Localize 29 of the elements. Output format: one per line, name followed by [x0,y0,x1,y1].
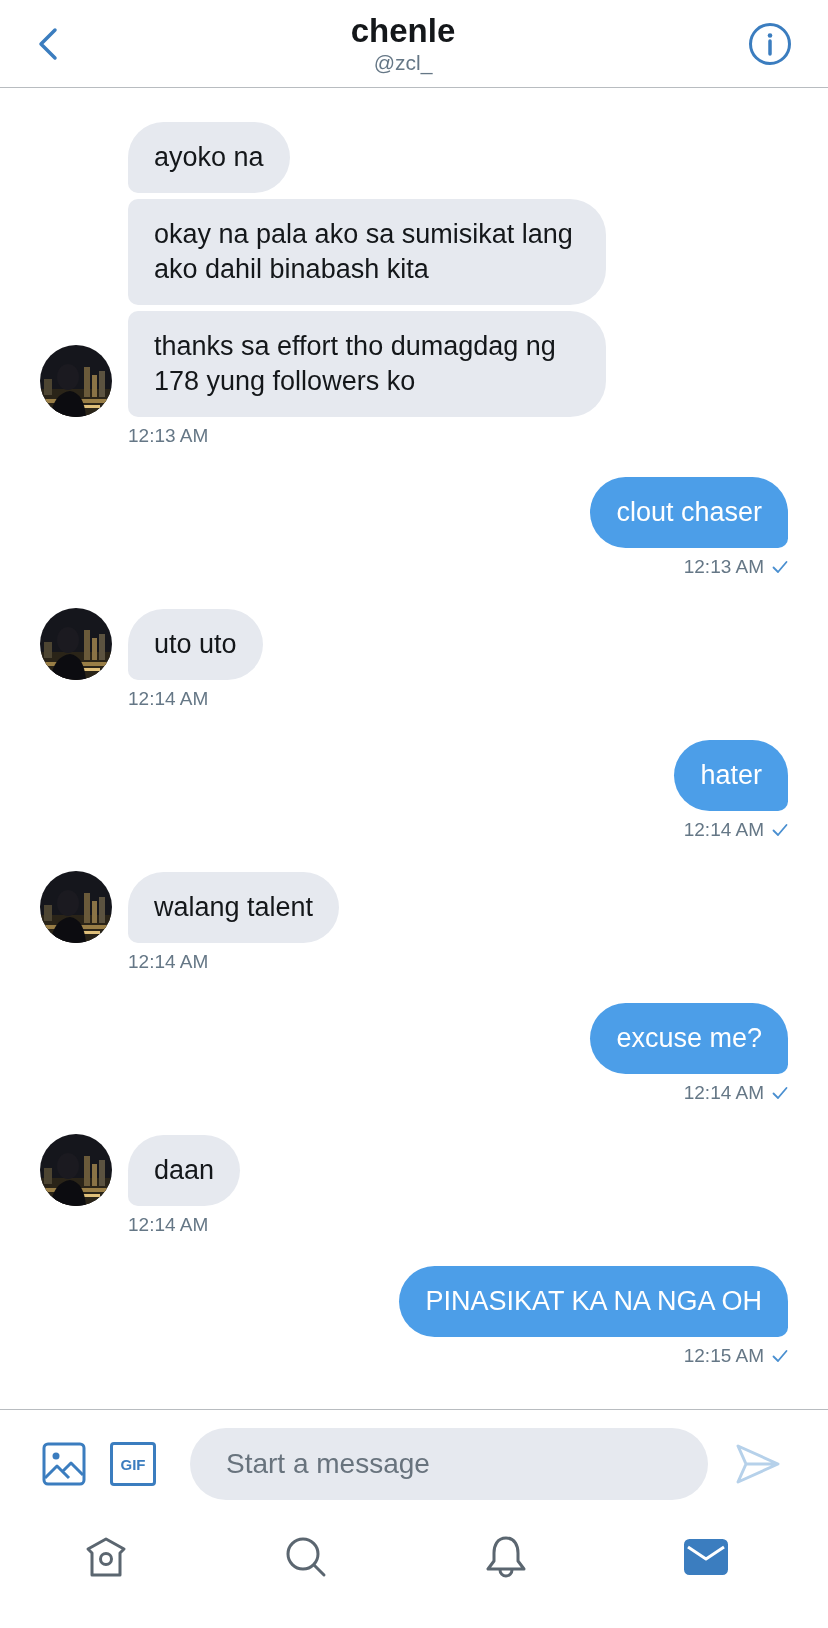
message-bubble: uto uto [128,609,263,680]
message-bubble: hater [674,740,788,811]
message-time: 12:13 AM [128,425,209,447]
home-icon[interactable] [84,1535,128,1579]
contact-handle: @zcl_ [373,49,433,76]
message-bubble: excuse me? [590,1003,788,1074]
message-time: 12:13 AM [683,556,764,578]
mail-icon[interactable] [684,1539,728,1575]
image-icon[interactable] [42,1442,86,1486]
message-time: 12:14 AM [683,819,764,841]
message-bubble: walang talent [128,872,340,943]
message-time: 12:14 AM [128,1214,209,1236]
message-bubble: okay na pala ako sa sumisikat lang ako dahil binabash kita [128,199,606,305]
message-time: 12:15 AM [683,1345,764,1367]
message-input[interactable]: Start a message [190,1428,708,1500]
gif-button[interactable]: GIF [110,1442,156,1486]
message-bubble: daan [128,1135,241,1206]
message-bubble: ayoko na [128,122,290,193]
message-bubble: PINASIKAT KA NA NGA OH [399,1266,788,1337]
message-time: 12:14 AM [128,951,209,973]
message-bubble: clout chaser [590,477,788,548]
contact-name: chenle [350,11,456,50]
message-time: 12:14 AM [128,688,209,710]
bell-icon[interactable] [484,1535,528,1579]
info-icon[interactable] [748,21,792,66]
message-time: 12:14 AM [683,1082,764,1104]
back-icon[interactable] [38,26,58,61]
search-icon[interactable] [284,1535,328,1579]
message-bubble: thanks sa effort tho dumagdag ng 178 yung followers ko [128,311,606,417]
